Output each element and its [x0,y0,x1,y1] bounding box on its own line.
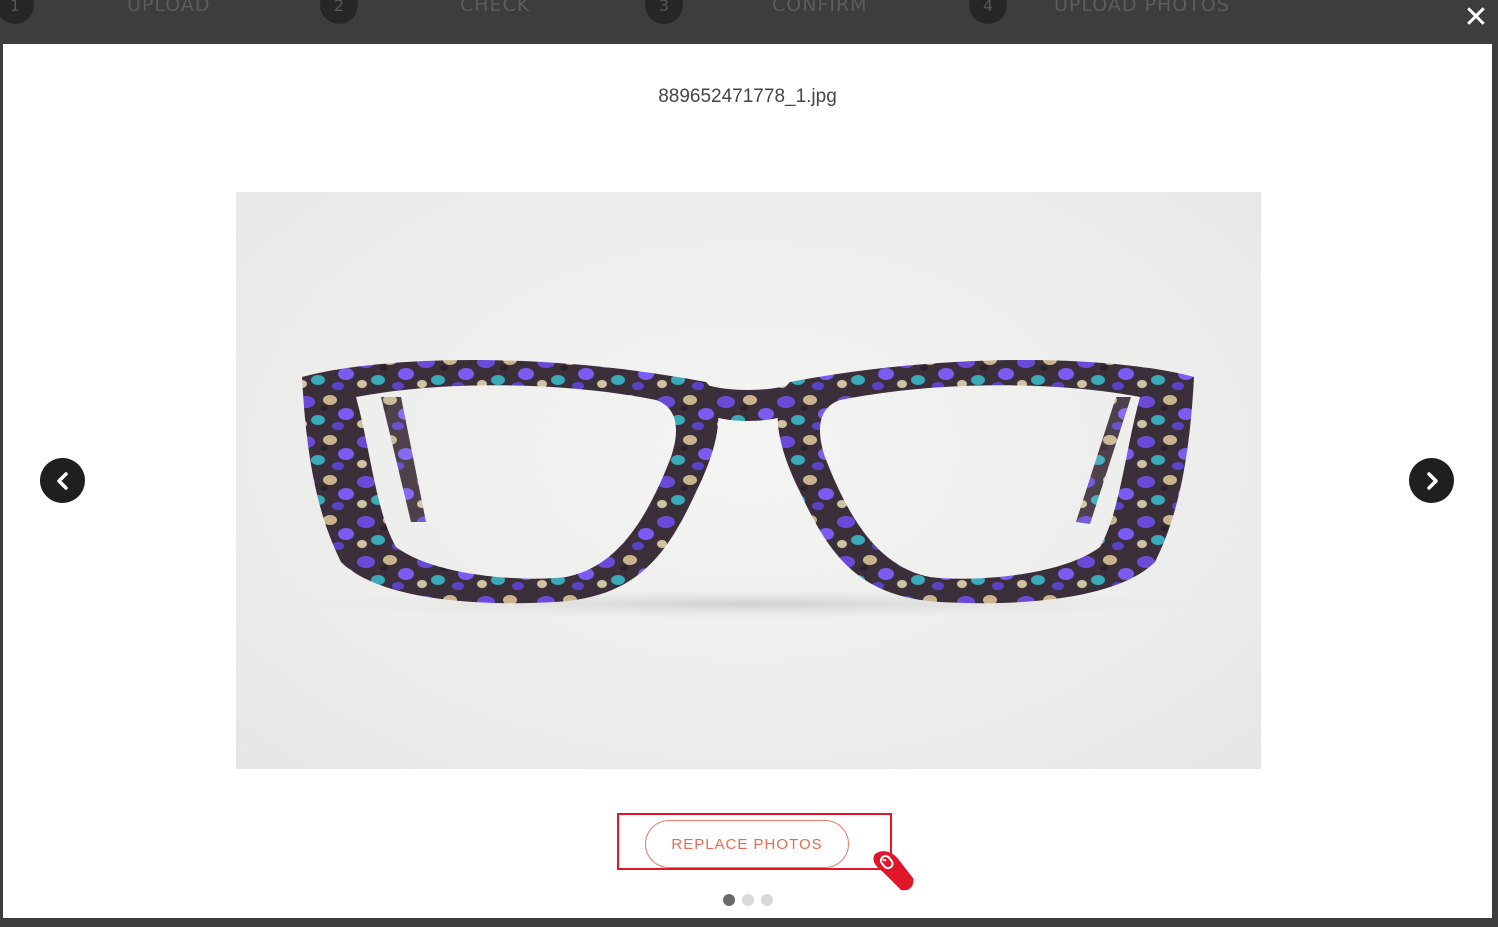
close-icon[interactable]: ✕ [1462,3,1490,33]
step-check: 2 CHECK [320,0,529,24]
mouse-click-icon [869,846,917,896]
carousel-dot[interactable] [760,894,773,906]
chevron-left-icon [56,471,68,490]
step-number: 3 [645,0,683,24]
step-upload: 1 UPLOAD [0,0,210,24]
carousel-dot[interactable] [722,894,735,906]
step-label: CONFIRM [772,0,868,16]
step-number: 1 [0,0,34,24]
carousel-indicators [3,894,1492,906]
eyeglasses-image [236,192,1261,769]
step-number: 2 [320,0,358,24]
photo-preview-modal: 889652471778_1.jpg REPLACE PHOTOS [3,44,1492,918]
previous-photo-button[interactable] [40,458,85,503]
step-upload-photos: 4 UPLOAD PHOTOS [969,0,1229,24]
replace-photos-button[interactable]: REPLACE PHOTOS [645,820,849,868]
wizard-stepper: 1 UPLOAD 2 CHECK 3 CONFIRM 4 UPLOAD PHOT… [0,0,1498,44]
step-label: UPLOAD [127,0,211,16]
photo-filename: 889652471778_1.jpg [658,86,837,107]
carousel-dot[interactable] [741,894,754,906]
step-label: CHECK [460,0,531,16]
next-photo-button[interactable] [1409,458,1454,503]
step-confirm: 3 CONFIRM [645,0,867,24]
step-number: 4 [969,0,1007,24]
step-label: UPLOAD PHOTOS [1054,0,1230,16]
chevron-right-icon [1426,471,1438,490]
